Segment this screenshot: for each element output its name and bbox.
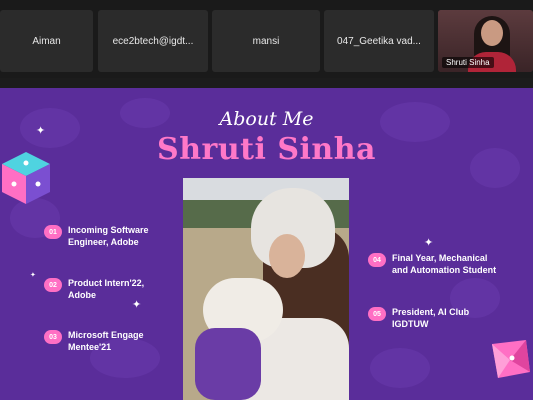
point-line: Engineer, Adobe — [68, 237, 139, 247]
participant-name: ece2btech@igdt... — [112, 35, 194, 47]
point-text: Microsoft Engage Mentee'21 — [68, 329, 144, 353]
point-text: Final Year, Mechanical and Automation Stu… — [392, 252, 496, 276]
point-number: 01 — [44, 225, 62, 239]
participant-name: 047_Geetika vad... — [337, 35, 421, 47]
point-line: and Automation Student — [392, 265, 497, 275]
participant-strip: Aiman ece2btech@igdt... mansi 047_Geetik… — [0, 0, 533, 78]
slide-name: Shruti Sinha — [157, 132, 376, 167]
point-line: Final Year, Mechanical — [392, 253, 488, 263]
d20-icon — [492, 340, 530, 378]
participant-tile[interactable]: ece2btech@igdt... — [98, 10, 208, 72]
point-line: Microsoft Engage — [68, 330, 144, 340]
participant-tile[interactable]: Aiman — [0, 10, 93, 72]
photo-purple-cloth — [195, 328, 261, 400]
bg-blob — [370, 348, 430, 388]
about-point: 01 Incoming Software Engineer, Adobe — [44, 224, 149, 248]
point-number: 05 — [368, 307, 386, 321]
shared-slide: ✦ ✦ ✦ ✦ About Me Shruti Sinha 01 Incomin… — [0, 88, 533, 400]
about-point: 05 President, AI Club IGDTUW — [368, 306, 469, 330]
slide-heading: About Me — [219, 108, 314, 130]
point-text: Product Intern'22, Adobe — [68, 277, 144, 301]
point-text: President, AI Club IGDTUW — [392, 306, 469, 330]
profile-photo — [183, 178, 349, 400]
point-line: President, AI Club — [392, 307, 470, 317]
point-number: 04 — [368, 253, 386, 267]
active-video-tile[interactable]: Shruti Sinha — [438, 10, 533, 72]
point-number: 03 — [44, 330, 62, 344]
point-number: 02 — [44, 278, 62, 292]
point-line: IGDTUW — [392, 319, 429, 329]
participant-tile[interactable]: mansi — [212, 10, 320, 72]
sparkle-icon: ✦ — [30, 272, 36, 279]
active-video-name: Shruti Sinha — [442, 57, 494, 68]
photo-face — [269, 234, 305, 278]
about-point: 03 Microsoft Engage Mentee'21 — [44, 329, 144, 353]
sparkle-icon: ✦ — [424, 237, 434, 249]
participant-tile[interactable]: 047_Geetika vad... — [324, 10, 434, 72]
about-point: 02 Product Intern'22, Adobe — [44, 277, 144, 301]
about-point: 04 Final Year, Mechanical and Automation … — [368, 252, 496, 276]
participant-name: Aiman — [32, 35, 61, 47]
point-line: Incoming Software — [68, 225, 149, 235]
point-line: Mentee'21 — [68, 342, 112, 352]
point-line: Product Intern'22, — [68, 278, 145, 288]
participant-name: mansi — [252, 35, 280, 47]
point-line: Adobe — [68, 290, 96, 300]
video-person-face — [481, 20, 503, 46]
sparkle-icon: ✦ — [132, 299, 142, 311]
point-text: Incoming Software Engineer, Adobe — [68, 224, 149, 248]
